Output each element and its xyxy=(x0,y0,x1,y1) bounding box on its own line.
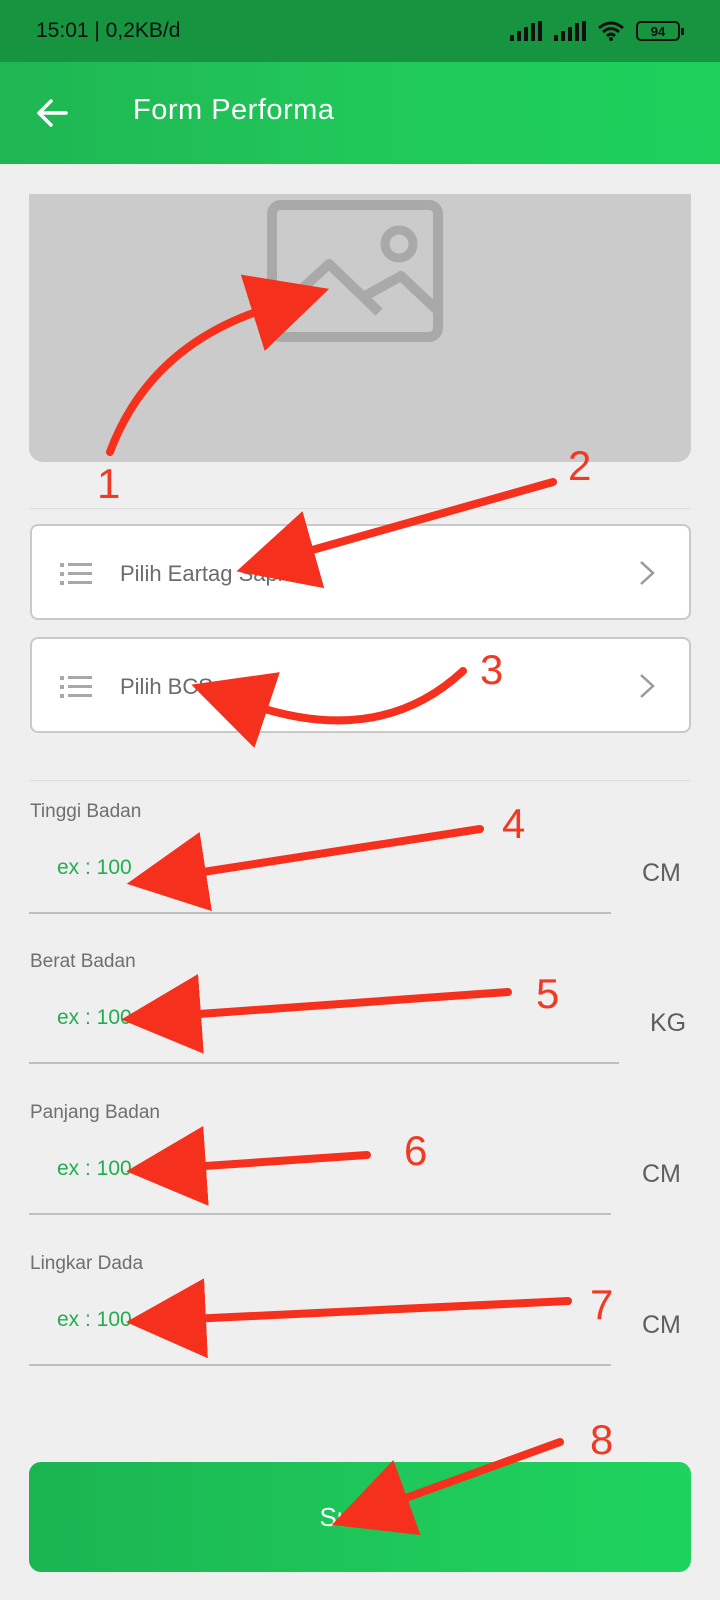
back-arrow-icon[interactable] xyxy=(36,97,68,129)
image-picker[interactable] xyxy=(29,194,691,462)
image-placeholder-icon xyxy=(267,200,443,342)
panjang-badan-unit: CM xyxy=(642,1160,681,1188)
select-eartag-label: Pilih Eartag Sapi xyxy=(120,561,283,586)
chevron-right-icon xyxy=(640,674,655,698)
signal-icon-2 xyxy=(554,21,586,41)
tinggi-badan-label: Tinggi Badan xyxy=(30,801,142,822)
annotation-number-8: 8 xyxy=(590,1416,614,1463)
berat-badan-underline xyxy=(29,1062,619,1064)
divider xyxy=(29,780,691,781)
panjang-badan-input[interactable] xyxy=(30,1144,610,1194)
select-bcs-label: Pilih BCS xyxy=(120,674,213,699)
list-icon xyxy=(60,563,92,585)
app-bar: Form Performa xyxy=(0,62,720,164)
annotation-number-3: 3 xyxy=(480,646,504,693)
list-icon xyxy=(60,676,92,698)
select-bcs[interactable]: Pilih BCS xyxy=(30,637,691,733)
annotation-number-1: 1 xyxy=(97,460,121,507)
battery-level: 94 xyxy=(650,23,666,39)
select-eartag[interactable]: Pilih Eartag Sapi xyxy=(30,524,691,620)
berat-badan-label: Berat Badan xyxy=(30,951,136,972)
tinggi-badan-unit: CM xyxy=(642,859,681,887)
lingkar-dada-underline xyxy=(29,1364,611,1366)
annotation-number-6: 6 xyxy=(404,1127,428,1174)
page-title: Form Performa xyxy=(133,94,335,126)
lingkar-dada-input[interactable] xyxy=(30,1295,610,1345)
annotation-number-5: 5 xyxy=(536,970,560,1017)
wifi-icon xyxy=(598,21,624,41)
annotation-number-7: 7 xyxy=(590,1281,614,1328)
lingkar-dada-unit: CM xyxy=(642,1311,681,1339)
annotation-number-4: 4 xyxy=(502,800,526,847)
berat-badan-input[interactable] xyxy=(30,993,618,1043)
chevron-right-icon xyxy=(640,561,655,585)
signal-icon xyxy=(510,21,542,41)
annotation-number-2: 2 xyxy=(568,442,592,489)
divider xyxy=(29,508,691,509)
status-icons: 94 xyxy=(510,21,684,41)
tinggi-badan-input[interactable] xyxy=(30,843,610,893)
panjang-badan-label: Panjang Badan xyxy=(30,1102,160,1123)
submit-button[interactable]: Submit xyxy=(29,1462,691,1572)
status-time: 15:01 | 0,2KB/d xyxy=(36,19,181,42)
panjang-badan-underline xyxy=(29,1213,611,1215)
berat-badan-unit: KG xyxy=(650,1009,687,1037)
battery-icon: 94 xyxy=(636,21,684,41)
tinggi-badan-underline xyxy=(29,912,611,914)
status-bar: 15:01 | 0,2KB/d 94 xyxy=(0,0,720,62)
lingkar-dada-label: Lingkar Dada xyxy=(30,1253,144,1274)
